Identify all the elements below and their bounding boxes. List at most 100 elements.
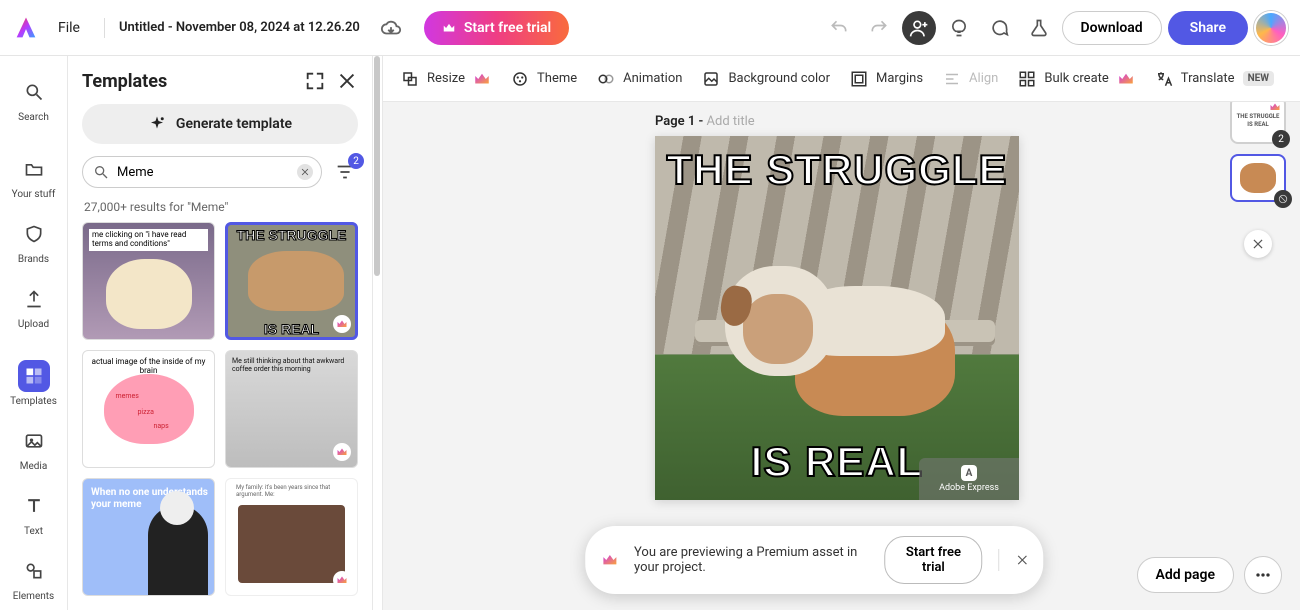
start-free-trial-button[interactable]: Start free trial <box>424 11 569 45</box>
page-thumbnail[interactable] <box>1230 154 1286 202</box>
ctx-background-color[interactable]: Background color <box>702 70 830 88</box>
panel-scrollbar[interactable] <box>373 56 383 610</box>
resize-icon <box>401 70 419 88</box>
search-box[interactable] <box>82 156 322 188</box>
meme-text-top[interactable]: THE STRUGGLE <box>655 146 1019 194</box>
close-icon <box>1251 237 1265 251</box>
rail-templates[interactable]: Templates <box>6 354 62 417</box>
template-caption: THE STRUGGLE <box>226 227 357 243</box>
page-thumbnail[interactable]: THE STRUGGLE IS REAL 2 <box>1230 102 1286 144</box>
share-button[interactable]: Share <box>1168 11 1248 45</box>
file-menu[interactable]: File <box>48 14 90 42</box>
shield-icon <box>24 224 44 244</box>
ctx-label: Translate <box>1181 71 1235 86</box>
crown-icon <box>473 70 491 88</box>
close-icon <box>300 167 310 177</box>
search-icon <box>93 164 109 180</box>
search-input[interactable] <box>117 165 289 180</box>
document-title[interactable]: Untitled - November 08, 2024 at 12.26.20 <box>119 20 360 35</box>
ctx-label: Background color <box>728 71 830 86</box>
toast-close-button[interactable] <box>1015 551 1029 569</box>
bottom-right-controls: Add page <box>1137 556 1282 594</box>
add-page-button[interactable]: Add page <box>1137 557 1234 593</box>
rail-brands[interactable]: Brands <box>6 212 62 275</box>
labs-button[interactable] <box>1022 11 1056 45</box>
top-bar: File Untitled - November 08, 2024 at 12.… <box>0 0 1300 56</box>
premium-badge <box>333 571 351 589</box>
close-thumbnails-button[interactable] <box>1244 230 1272 258</box>
canvas-artboard[interactable]: THE STRUGGLE IS REAL A Adobe Express <box>655 136 1019 500</box>
crown-icon <box>336 574 348 586</box>
search-row: 2 <box>82 156 358 188</box>
tips-button[interactable] <box>942 11 976 45</box>
rail-search[interactable]: Search <box>6 70 62 133</box>
clear-search-button[interactable] <box>297 164 313 180</box>
toast-text: You are previewing a Premium asset in yo… <box>634 545 869 575</box>
template-caption: Me still thinking about that awkward cof… <box>232 357 351 374</box>
search-icon <box>24 82 44 102</box>
ctx-translate[interactable]: Translate NEW <box>1155 70 1274 88</box>
invite-button[interactable] <box>902 11 936 45</box>
thumb-art <box>1240 163 1276 193</box>
page-title-placeholder[interactable]: Add title <box>707 114 755 129</box>
ctx-bulk-create[interactable]: Bulk create <box>1018 70 1134 88</box>
premium-badge <box>333 443 351 461</box>
bulb-icon <box>949 18 969 38</box>
crown-icon <box>1269 102 1281 113</box>
align-icon <box>943 70 961 88</box>
template-art <box>238 505 345 583</box>
topbar-right: Download Share <box>822 11 1289 45</box>
undo-button[interactable] <box>822 11 856 45</box>
comments-button[interactable] <box>982 11 1016 45</box>
filter-button[interactable]: 2 <box>332 159 358 185</box>
more-options-button[interactable] <box>1244 556 1282 594</box>
user-avatar[interactable] <box>1254 11 1288 45</box>
ctx-resize[interactable]: Resize <box>401 70 491 88</box>
ctx-margins[interactable]: Margins <box>850 70 923 88</box>
generate-template-button[interactable]: Generate template <box>82 104 358 144</box>
rail-label: Brands <box>18 254 49 265</box>
template-caption: actual image of the inside of my brain <box>83 357 214 375</box>
rail-label: Search <box>18 112 49 123</box>
ctx-label: Theme <box>537 71 577 86</box>
thumb-text: IS REAL <box>1247 121 1268 128</box>
page-label[interactable]: Page 1 - Add title <box>655 114 755 129</box>
redo-icon <box>869 18 889 38</box>
redo-button[interactable] <box>862 11 896 45</box>
toast-start-trial-button[interactable]: Start free trial <box>885 536 983 584</box>
brain-word: naps <box>154 422 169 430</box>
text-icon <box>24 496 44 516</box>
crown-icon <box>336 318 348 330</box>
cloud-sync-icon[interactable] <box>380 17 402 39</box>
rail-upload[interactable]: Upload <box>6 277 62 340</box>
cta-label: Start free trial <box>464 20 551 36</box>
rail-elements[interactable]: Elements <box>6 549 62 610</box>
template-art: memes pizza naps <box>104 374 194 444</box>
sparkle-icon <box>148 115 166 133</box>
rail-your-stuff[interactable]: Your stuff <box>6 147 62 210</box>
media-icon <box>24 431 44 451</box>
ctx-animation[interactable]: Animation <box>597 70 682 88</box>
template-card[interactable]: me clicking on "i have read terms and co… <box>82 222 215 340</box>
template-card[interactable]: When no one understands your meme <box>82 478 215 596</box>
ctx-align: Align <box>943 70 998 88</box>
expand-panel-icon[interactable] <box>304 70 326 92</box>
no-edit-icon <box>1278 194 1288 204</box>
template-card[interactable]: THE STRUGGLE IS REAL <box>225 222 358 340</box>
rail-label: Media <box>20 461 48 472</box>
new-badge: NEW <box>1243 71 1274 86</box>
rail-text[interactable]: Text <box>6 484 62 547</box>
filter-count-badge: 2 <box>348 153 364 169</box>
locked-badge <box>1274 190 1292 208</box>
ctx-theme[interactable]: Theme <box>511 70 577 88</box>
template-art <box>160 491 194 525</box>
rail-media[interactable]: Media <box>6 419 62 482</box>
template-card[interactable]: actual image of the inside of my brain m… <box>82 350 215 468</box>
rail-label: Your stuff <box>12 189 56 200</box>
canvas-area[interactable]: Page 1 - Add title THE STRUGGLE IS REAL … <box>383 102 1300 610</box>
template-card[interactable]: Me still thinking about that awkward cof… <box>225 350 358 468</box>
templates-icon <box>24 366 44 386</box>
close-panel-icon[interactable] <box>336 70 358 92</box>
template-card[interactable]: My family: it's been years since that ar… <box>225 478 358 596</box>
download-button[interactable]: Download <box>1062 11 1162 45</box>
